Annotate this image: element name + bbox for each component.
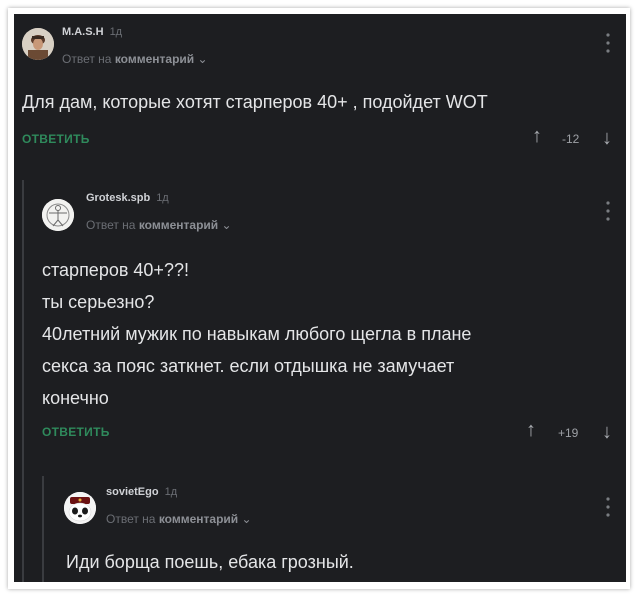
downvote-icon[interactable]: ↓: [602, 128, 612, 148]
reply-meta[interactable]: Ответ на комментарий ⌄: [86, 218, 232, 232]
more-options-icon[interactable]: [604, 496, 612, 518]
username[interactable]: sovietEgo: [106, 486, 159, 498]
reply-target-link[interactable]: комментарий: [139, 218, 218, 232]
comment-line: секса за пояс заткнет. если отдышка не з…: [42, 356, 455, 376]
comment-text: Для дам, которые хотят старперов 40+ , п…: [22, 86, 488, 118]
avatar[interactable]: [42, 199, 74, 231]
reply-meta[interactable]: Ответ на комментарий ⌄: [106, 512, 252, 526]
comment-author[interactable]: Grotesk.spb 1д: [86, 192, 169, 204]
rating: -12: [562, 132, 580, 146]
thread-line[interactable]: [42, 476, 44, 582]
reply-meta[interactable]: Ответ на комментарий ⌄: [62, 52, 208, 66]
more-options-icon[interactable]: [604, 200, 612, 222]
reply-target-link[interactable]: комментарий: [115, 52, 194, 66]
avatar[interactable]: [22, 28, 54, 60]
comment-time: 1д: [156, 192, 169, 204]
more-options-icon[interactable]: [604, 32, 612, 54]
comment-line: ты серьезно?: [42, 292, 155, 312]
reply-prefix: Ответ на: [106, 512, 156, 526]
reply-prefix: Ответ на: [86, 218, 136, 232]
reply-prefix: Ответ на: [62, 52, 112, 66]
avatar-vitruvian-icon: [42, 199, 74, 231]
comment-line: 40летний мужик по навыкам любого щегла в…: [42, 324, 472, 344]
downvote-icon[interactable]: ↓: [602, 422, 612, 442]
username[interactable]: Grotesk.spb: [86, 192, 150, 204]
comment-text: старперов 40+??! ты серьезно? 40летний м…: [42, 254, 471, 414]
comment-line: Для дам, которые хотят старперов 40+ , п…: [22, 92, 488, 112]
comment-line: Иди борща поешь, ебака грозный.: [66, 552, 354, 572]
upvote-icon[interactable]: ↑: [526, 420, 536, 440]
reply-button[interactable]: ОТВЕТИТЬ: [22, 132, 90, 146]
comment-line: старперов 40+??!: [42, 260, 189, 280]
comments-screen: M.A.S.H 1д Ответ на комментарий ⌄ Для дам…: [14, 14, 626, 582]
comment-author[interactable]: M.A.S.H 1д: [62, 26, 122, 38]
thread-line[interactable]: [22, 180, 24, 582]
avatar-soldier-icon: [22, 28, 54, 60]
reply-button[interactable]: ОТВЕТИТЬ: [42, 425, 110, 439]
chevron-down-icon[interactable]: ⌄: [222, 218, 232, 232]
avatar[interactable]: [64, 492, 96, 524]
comment-author[interactable]: sovietEgo 1д: [106, 486, 177, 498]
avatar-panda-icon: [64, 492, 96, 524]
upvote-icon[interactable]: ↑: [532, 126, 542, 146]
reply-target-link[interactable]: комментарий: [159, 512, 238, 526]
comment-line: конечно: [42, 388, 109, 408]
rating: +19: [558, 426, 579, 440]
chevron-down-icon[interactable]: ⌄: [198, 52, 208, 66]
comment-time: 1д: [164, 486, 178, 498]
comment-text: Иди борща поешь, ебака грозный.: [66, 546, 354, 578]
username[interactable]: M.A.S.H: [62, 26, 104, 38]
comment-time: 1д: [109, 26, 123, 38]
chevron-down-icon[interactable]: ⌄: [242, 512, 252, 526]
